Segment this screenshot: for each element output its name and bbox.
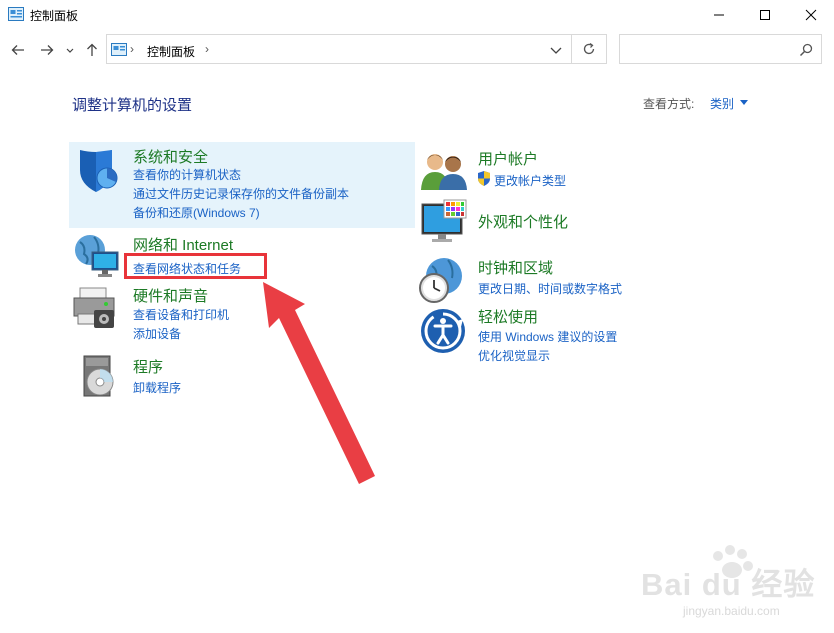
search-icon[interactable] xyxy=(799,43,813,57)
user-accounts-icon[interactable] xyxy=(420,150,468,192)
programs-icon[interactable] xyxy=(76,354,122,400)
category-title-programs[interactable]: 程序 xyxy=(133,356,163,377)
chevron-down-icon[interactable] xyxy=(740,100,748,105)
arrow-up-icon xyxy=(87,43,97,56)
close-button[interactable] xyxy=(788,0,834,30)
navigation-bar: › 控制面板 › xyxy=(0,33,834,67)
link-windows-suggested-settings[interactable]: 使用 Windows 建议的设置 xyxy=(478,328,617,345)
watermark-brand: Bai du 经验 xyxy=(641,567,816,602)
link-uninstall-program[interactable]: 卸载程序 xyxy=(133,379,181,396)
ease-of-access-icon[interactable] xyxy=(419,307,467,355)
forward-button[interactable] xyxy=(37,40,57,60)
shield-icon[interactable] xyxy=(74,146,122,194)
page-title: 调整计算机的设置 xyxy=(72,97,193,114)
view-by-dropdown[interactable]: 类别 xyxy=(710,95,734,112)
recent-locations-button[interactable] xyxy=(63,40,77,60)
category-title-user-accounts[interactable]: 用户帐户 xyxy=(478,148,538,169)
maximize-button[interactable] xyxy=(742,0,788,30)
link-view-computer-status[interactable]: 查看你的计算机状态 xyxy=(133,166,241,183)
control-panel-icon xyxy=(8,7,24,21)
uac-shield-icon xyxy=(478,171,490,186)
refresh-icon xyxy=(583,42,595,55)
minimize-button[interactable] xyxy=(696,0,742,30)
clock-globe-icon[interactable] xyxy=(418,256,466,304)
refresh-button[interactable] xyxy=(572,34,607,64)
breadcrumb-control-panel[interactable]: 控制面板 xyxy=(147,43,195,60)
category-title-hardware[interactable]: 硬件和声音 xyxy=(133,285,208,306)
link-change-date-time-format[interactable]: 更改日期、时间或数字格式 xyxy=(478,280,622,297)
link-optimize-visual-display[interactable]: 优化视觉显示 xyxy=(478,347,550,364)
category-title-clock-region[interactable]: 时钟和区域 xyxy=(478,257,553,278)
watermark-url: jingyan.baidu.com xyxy=(683,604,780,618)
chevron-down-icon xyxy=(66,48,74,53)
view-by-label: 查看方式: xyxy=(643,97,695,111)
network-globe-icon[interactable] xyxy=(72,232,122,280)
close-icon xyxy=(805,9,817,21)
breadcrumb-separator[interactable]: › xyxy=(205,42,209,56)
search-box[interactable] xyxy=(619,34,822,64)
minimize-icon xyxy=(714,14,724,16)
category-title-ease-of-access[interactable]: 轻松使用 xyxy=(478,306,538,327)
address-bar[interactable]: › 控制面板 › xyxy=(106,34,572,64)
back-button[interactable] xyxy=(8,40,28,60)
link-file-history-backup[interactable]: 通过文件历史记录保存你的文件备份副本 xyxy=(133,185,349,202)
printer-icon[interactable] xyxy=(72,284,122,332)
link-devices-printers[interactable]: 查看设备和打印机 xyxy=(133,306,229,323)
category-title-system[interactable]: 系统和安全 xyxy=(133,146,208,167)
category-title-network[interactable]: 网络和 Internet xyxy=(133,234,233,255)
arrow-right-icon xyxy=(41,45,54,55)
maximize-icon xyxy=(760,10,770,20)
link-change-account-type[interactable]: 更改帐户类型 xyxy=(494,172,566,189)
link-add-device[interactable]: 添加设备 xyxy=(133,325,181,342)
control-panel-icon xyxy=(111,43,127,56)
category-title-appearance[interactable]: 外观和个性化 xyxy=(478,211,568,232)
breadcrumb-separator[interactable]: › xyxy=(130,42,134,56)
appearance-monitor-icon[interactable] xyxy=(420,198,468,246)
annotation-highlight-box xyxy=(124,253,267,279)
chevron-down-icon[interactable] xyxy=(549,43,563,57)
link-backup-restore[interactable]: 备份和还原(Windows 7) xyxy=(133,204,260,221)
annotation-arrow xyxy=(263,282,375,484)
title-bar: 控制面板 xyxy=(0,0,834,30)
window-title: 控制面板 xyxy=(30,9,79,23)
arrow-left-icon xyxy=(11,45,24,55)
up-button[interactable] xyxy=(82,40,102,60)
